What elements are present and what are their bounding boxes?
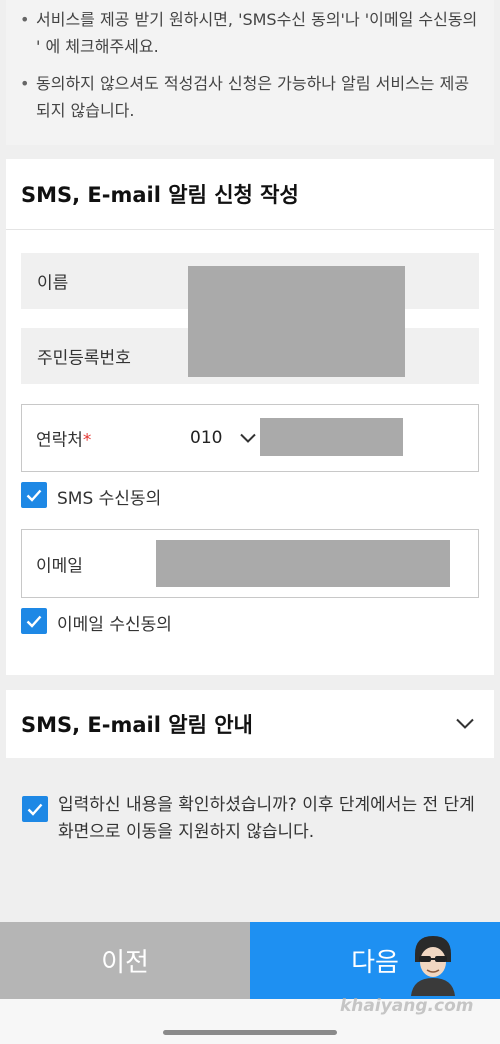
notice-item: • 서비스를 제공 받기 원하시면, 'SMS수신 동의'나 '이메일 수신동의…	[20, 6, 480, 60]
sms-consent-label[interactable]: SMS 수신동의	[57, 484, 161, 509]
notice-text: 서비스를 제공 받기 원하시면, 'SMS수신 동의'나 '이메일 수신동의 '…	[36, 10, 478, 56]
chevron-down-icon[interactable]	[456, 715, 474, 734]
divider	[6, 229, 494, 230]
watermark-avatar-icon	[403, 932, 463, 1000]
sms-consent-checkbox[interactable]	[21, 482, 47, 508]
phone-prefix-select[interactable]: 010	[190, 428, 222, 448]
watermark: khaiyang.com	[340, 996, 474, 1016]
name-label: 이름	[37, 273, 69, 294]
email-row: 이메일	[21, 529, 479, 598]
email-consent-label[interactable]: 이메일 수신동의	[57, 610, 172, 635]
form-title: SMS, E-mail 알림 신청 작성	[21, 183, 299, 207]
rrn-label: 주민등록번호	[37, 348, 131, 369]
chevron-down-icon[interactable]	[240, 429, 256, 448]
email-consent-checkbox[interactable]	[21, 608, 47, 634]
notice-item: • 동의하지 않으셔도 적성검사 신청은 가능하나 알림 서비스는 제공되지 않…	[20, 70, 480, 124]
home-indicator[interactable]	[163, 1030, 337, 1035]
email-input[interactable]	[156, 540, 450, 587]
prev-button[interactable]: 이전	[0, 922, 250, 999]
confirm-text[interactable]: 입력하신 내용을 확인하셨습니까? 이후 단계에서는 전 단계화면으로 이동을 …	[58, 792, 478, 846]
info-accordion[interactable]: SMS, E-mail 알림 안내	[6, 690, 494, 758]
phone-number-input[interactable]	[260, 418, 403, 456]
check-icon	[26, 615, 42, 628]
redacted-personal-info	[188, 266, 405, 377]
phone-label: 연락처*	[36, 430, 92, 451]
alert-form-card: SMS, E-mail 알림 신청 작성 이름 주민등록번호 연락처* 010 …	[6, 159, 494, 675]
phone-row: 연락처* 010	[21, 404, 479, 472]
confirm-checkbox[interactable]	[22, 796, 48, 822]
info-title: SMS, E-mail 알림 안내	[21, 713, 253, 737]
notice-box: • 서비스를 제공 받기 원하시면, 'SMS수신 동의'나 '이메일 수신동의…	[6, 0, 494, 145]
bullet-icon: •	[20, 74, 30, 93]
required-mark: *	[82, 430, 92, 451]
bullet-icon: •	[20, 10, 30, 29]
email-label: 이메일	[36, 556, 83, 576]
check-icon	[27, 803, 43, 816]
notice-text: 동의하지 않으셔도 적성검사 신청은 가능하나 알림 서비스는 제공되지 않습니…	[36, 74, 470, 120]
check-icon	[26, 489, 42, 502]
